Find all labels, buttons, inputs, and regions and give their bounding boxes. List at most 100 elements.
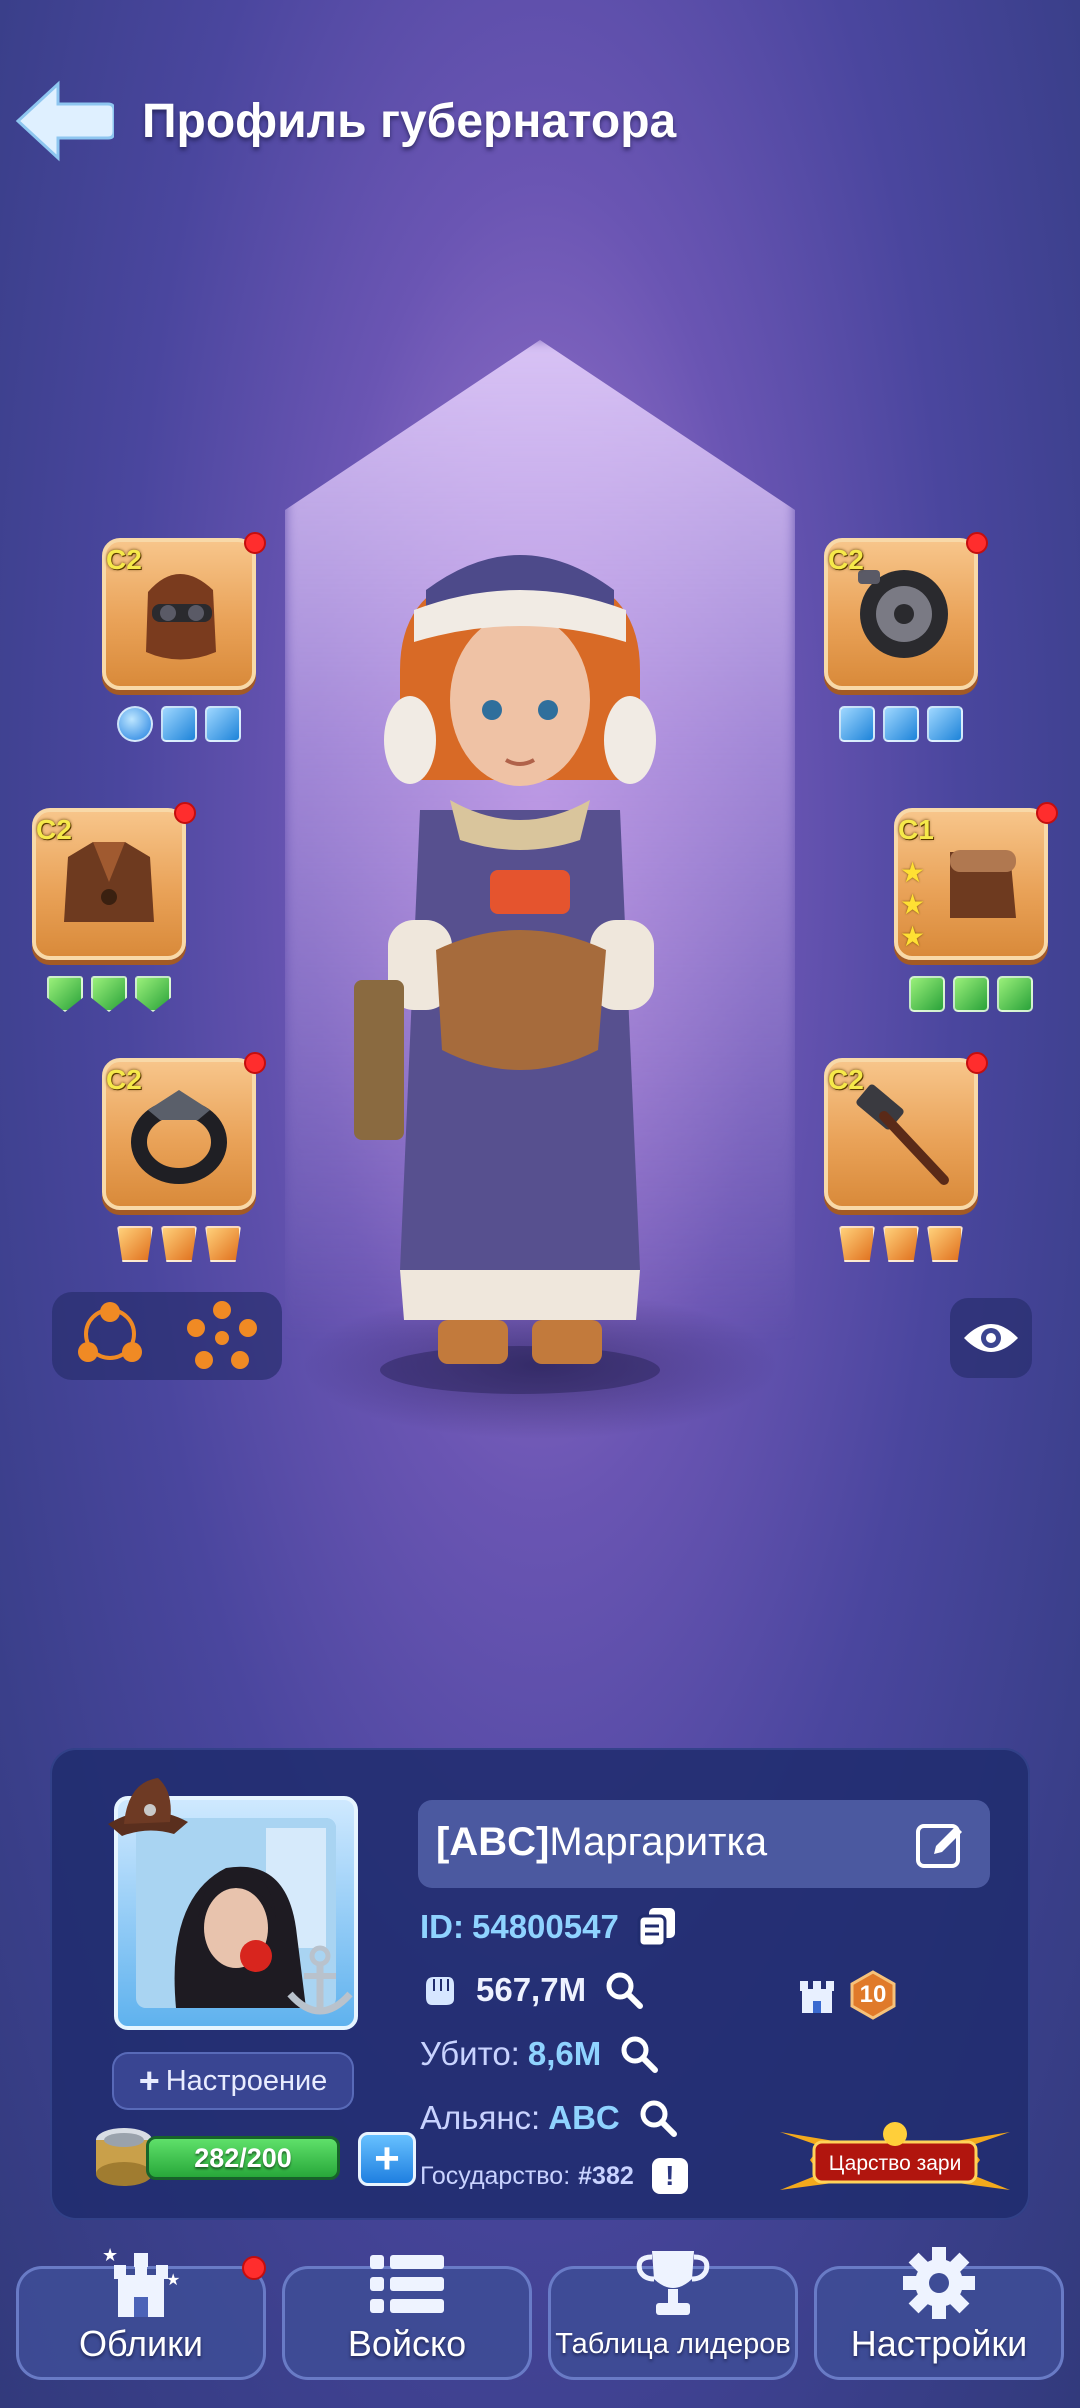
star-rating: ★ ★ ★ xyxy=(900,858,925,952)
tier-label: C2 xyxy=(36,814,72,845)
gem-icon xyxy=(883,706,919,742)
search-icon[interactable] xyxy=(638,2098,678,2138)
state-row: Государство: #382 ! xyxy=(420,2158,688,2194)
gear-slot-gloves[interactable]: C1 ★ ★ ★ xyxy=(894,802,1058,1012)
star-icon: ★ xyxy=(900,921,926,952)
add-stamina-button[interactable]: + xyxy=(358,2132,416,2186)
id-value: 54800547 xyxy=(472,1908,619,1945)
state-value: #382 xyxy=(578,2161,634,2190)
nav-leaderboard-button[interactable]: Таблица лидеров xyxy=(548,2251,798,2380)
gem-icon xyxy=(117,706,153,742)
kingdom-badge[interactable]: Царство зари xyxy=(780,2112,1010,2208)
castle-level-badge: 10 xyxy=(848,1970,898,2020)
gem-icon xyxy=(161,1226,197,1262)
castle-level-value: 10 xyxy=(859,1981,887,2008)
governor-name: Маргаритка xyxy=(549,1820,768,1864)
kills-row: Убито: 8,6M xyxy=(420,2034,659,2074)
notification-dot xyxy=(244,532,266,554)
gem-icon xyxy=(839,1226,875,1262)
gem-icon xyxy=(883,1226,919,1262)
search-icon[interactable] xyxy=(604,1970,644,2010)
tier-label: C2 xyxy=(106,1064,142,1095)
star-icon: ★ xyxy=(900,889,926,920)
tier-label: C2 xyxy=(828,1064,864,1095)
gear-slot-ring[interactable]: C2 xyxy=(102,1052,266,1262)
power-value: 567,7M xyxy=(476,1971,587,2008)
kills-value: 8,6M xyxy=(527,2035,602,2072)
plus-icon: + xyxy=(138,2060,160,2101)
gem-icon xyxy=(91,976,127,1012)
alliance-label: Альянс: xyxy=(420,2099,541,2136)
tier-label: C1 xyxy=(898,814,934,845)
back-button[interactable] xyxy=(14,78,116,164)
mood-button[interactable]: + Настроение xyxy=(112,2052,354,2110)
gear-slot-jacket[interactable]: C2 xyxy=(32,802,196,1012)
view-toggle-button[interactable] xyxy=(950,1298,1032,1378)
tier-label: C2 xyxy=(828,544,864,575)
gem-icon xyxy=(205,1226,241,1262)
gem-icon xyxy=(909,976,945,1012)
mood-button-label: Настроение xyxy=(165,2064,328,2097)
avatar-hat-icon xyxy=(108,1778,188,1836)
gem-icon xyxy=(927,706,963,742)
notification-dot xyxy=(1036,802,1058,824)
id-row: ID: 54800547 xyxy=(420,1906,677,1948)
formation-panel xyxy=(52,1292,282,1380)
notification-dot xyxy=(244,1052,266,1074)
gem-icon xyxy=(927,1226,963,1262)
list-icon xyxy=(370,2255,444,2313)
castle-level: 10 xyxy=(796,1970,898,2020)
formation-three-icon[interactable] xyxy=(74,1302,146,1372)
governor-name-field: [ABC]Маргаритка xyxy=(418,1800,990,1888)
copy-icon[interactable] xyxy=(637,1906,677,1948)
tier-label: C2 xyxy=(106,544,142,575)
svg-text:★: ★ xyxy=(102,2245,118,2265)
gear-slot-hammer[interactable]: C2 xyxy=(824,1052,988,1262)
castle-icon: ★★ xyxy=(102,2245,180,2317)
gem-icon xyxy=(135,976,171,1012)
gear-slot-wheel[interactable]: C2 xyxy=(824,532,988,742)
back-arrow-icon xyxy=(15,80,116,162)
notification-dot xyxy=(242,2256,266,2280)
gem-icon xyxy=(997,976,1033,1012)
governor-character xyxy=(354,555,660,1394)
nav-army-label: Войско xyxy=(347,2323,467,2364)
gear-icon xyxy=(903,2247,975,2319)
nav-skins-label: Облики xyxy=(79,2323,203,2364)
gem-icon xyxy=(117,1226,153,1262)
gem-icon xyxy=(839,706,875,742)
nav-settings-label: Настройки xyxy=(850,2323,1028,2364)
info-icon[interactable]: ! xyxy=(651,2158,688,2194)
nav-skins-button[interactable]: ★ ★ Облики xyxy=(16,2245,266,2380)
gem-icon xyxy=(205,706,241,742)
fist-icon xyxy=(426,1977,454,2005)
profile-card: + Настроение 282/200 + [ABC]Маргаритка I… xyxy=(50,1748,1030,2220)
stamina-bar: 282/200 + xyxy=(90,2122,440,2192)
nav-settings-button[interactable]: Настройки xyxy=(814,2247,1064,2380)
id-label: ID: xyxy=(420,1908,464,1945)
gem-icon xyxy=(47,976,83,1012)
alliance-tag: [ABC] xyxy=(436,1820,550,1864)
kills-label: Убито: xyxy=(420,2035,520,2072)
nav-leaderboard-label: Таблица лидеров xyxy=(555,2328,791,2360)
header: Профиль губернатора xyxy=(0,70,1080,180)
edit-name-icon[interactable] xyxy=(914,1818,966,1870)
anchor-icon xyxy=(287,1945,353,2015)
star-icon: ★ xyxy=(900,857,926,888)
gem-icon xyxy=(161,706,197,742)
stamina-value: 282/200 xyxy=(146,2136,340,2180)
notification-dot xyxy=(966,1052,988,1074)
alliance-value: ABC xyxy=(548,2099,620,2136)
alliance-row: Альянс: ABC xyxy=(420,2098,678,2138)
eye-icon xyxy=(964,1324,1018,1352)
page-title: Профиль губернатора xyxy=(142,95,677,148)
formation-five-icon[interactable] xyxy=(182,1300,262,1374)
trophy-icon xyxy=(636,2251,710,2315)
search-icon[interactable] xyxy=(619,2034,659,2074)
gem-icon xyxy=(953,976,989,1012)
gear-slot-helmet[interactable]: C2 xyxy=(102,532,266,742)
state-label: Государство: xyxy=(420,2161,571,2190)
nav-army-button[interactable]: Войско xyxy=(282,2255,532,2380)
notification-dot xyxy=(966,532,988,554)
notification-dot xyxy=(174,802,196,824)
